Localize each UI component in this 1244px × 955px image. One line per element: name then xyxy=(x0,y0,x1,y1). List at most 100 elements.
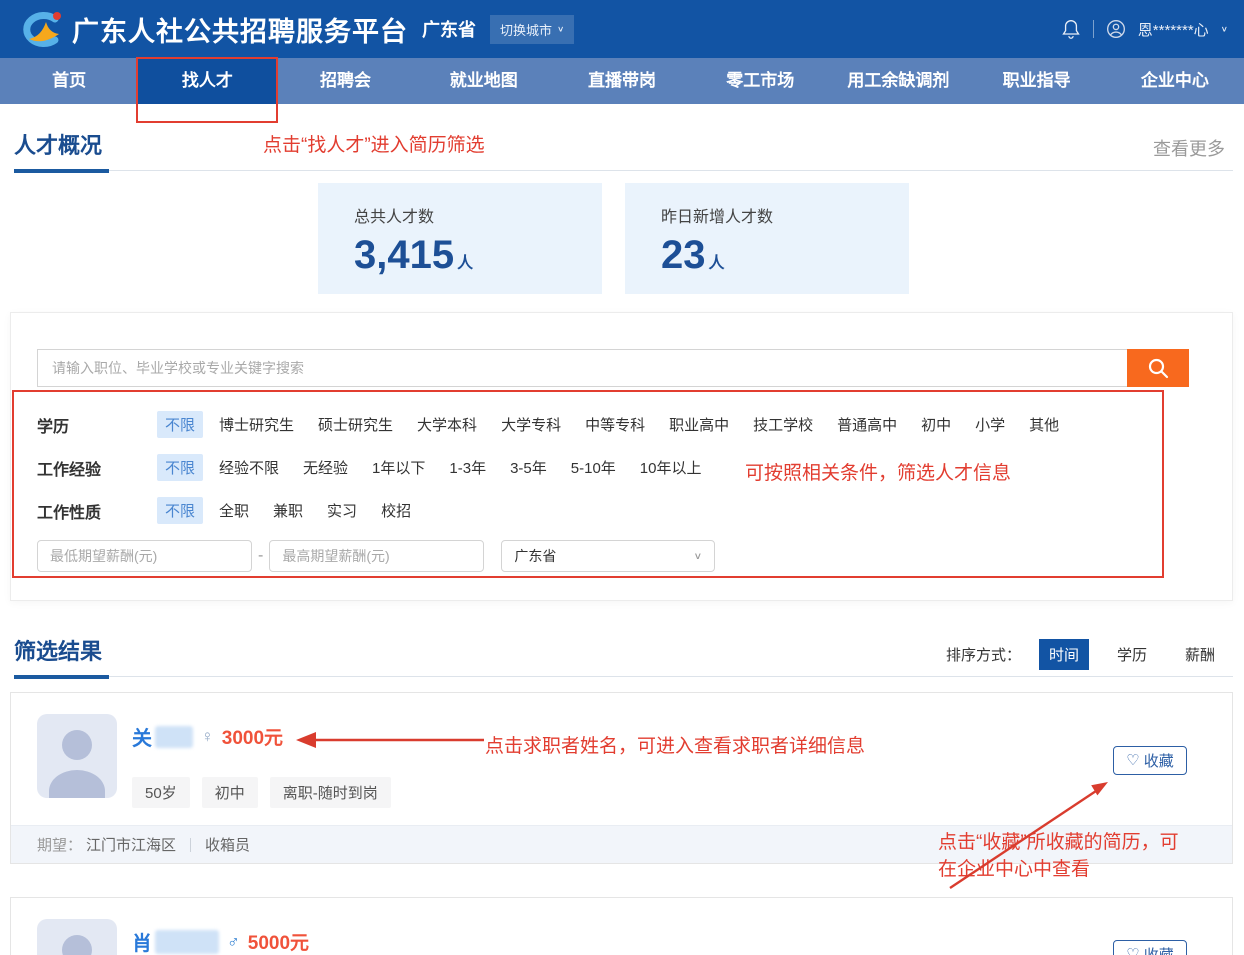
filter-option[interactable]: 实习 xyxy=(319,497,365,524)
region-select-value: 广东省 xyxy=(514,546,556,566)
filter-option[interactable]: 初中 xyxy=(913,411,959,438)
stat-label: 总共人才数 xyxy=(354,203,602,227)
sort-label: 排序方式： xyxy=(946,644,1021,665)
filter-option[interactable]: 不限 xyxy=(157,454,203,481)
name-row: 肖 ♂ 5000元 xyxy=(132,927,309,955)
annotation-name-tip: 点击求职者姓名，可进入查看求职者详细信息 xyxy=(485,731,865,758)
filter-option[interactable]: 博士研究生 xyxy=(211,411,302,438)
censored-name-block xyxy=(155,930,219,954)
salary-max-input[interactable] xyxy=(269,540,484,572)
avatar xyxy=(37,919,117,955)
filter-option[interactable]: 普通高中 xyxy=(829,411,905,438)
chevron-down-icon[interactable]: ∨ xyxy=(1221,25,1228,34)
filter-option[interactable]: 无经验 xyxy=(295,454,356,481)
main-nav: 首页找人才招聘会就业地图直播带岗零工市场用工余缺调剂职业指导企业中心 xyxy=(0,58,1244,104)
nav-item-home[interactable]: 首页 xyxy=(0,58,138,104)
search-button[interactable] xyxy=(1127,349,1189,387)
filter-label-education: 学历 xyxy=(37,413,157,437)
search-row xyxy=(37,349,1189,387)
filter-option[interactable]: 大学本科 xyxy=(409,411,485,438)
search-input[interactable] xyxy=(37,349,1127,387)
sort-option-salary[interactable]: 薪酬 xyxy=(1175,639,1225,670)
sort-option-time[interactable]: 时间 xyxy=(1039,639,1089,670)
nav-item-job-fair[interactable]: 招聘会 xyxy=(276,58,414,104)
stat-card-total-talent: 总共人才数 3,415人 xyxy=(318,183,602,294)
male-icon: ♂ xyxy=(227,932,240,952)
filter-rows: 学历不限博士研究生硕士研究生大学本科大学专科中等专科职业高中技工学校普通高中初中… xyxy=(37,403,1232,532)
bell-icon[interactable] xyxy=(1061,18,1081,40)
candidate-info: 关 ♀ 3000元 50岁初中离职-随时到岗 xyxy=(132,714,391,808)
user-icon xyxy=(1106,19,1126,39)
nav-item-gig-market[interactable]: 零工市场 xyxy=(691,58,829,104)
filter-option[interactable]: 1-3年 xyxy=(441,454,494,481)
heart-icon: ♡ xyxy=(1126,753,1139,768)
filter-option[interactable]: 硕士研究生 xyxy=(310,411,401,438)
sort-option-education[interactable]: 学历 xyxy=(1107,639,1157,670)
filter-row-education: 学历不限博士研究生硕士研究生大学本科大学专科中等专科职业高中技工学校普通高中初中… xyxy=(37,403,1232,446)
favorite-button[interactable]: ♡ 收藏 xyxy=(1113,746,1187,775)
results-section: 筛选结果 排序方式： 时间学历薪酬 关 xyxy=(0,632,1244,955)
overview-head: 人才概况 查看更多 xyxy=(14,126,1233,171)
filter-option[interactable]: 技工学校 xyxy=(745,411,821,438)
filter-option[interactable]: 全职 xyxy=(211,497,257,524)
heart-icon: ♡ xyxy=(1126,947,1139,955)
name-row: 关 ♀ 3000元 xyxy=(132,722,391,751)
female-icon: ♀ xyxy=(201,727,214,747)
annotation-nav-tip: 点击“找人才”进入简历筛选 xyxy=(263,130,485,157)
candidate-name-link[interactable]: 关 xyxy=(132,722,193,751)
filter-option[interactable]: 10年以上 xyxy=(632,454,710,481)
stat-value: 3,415人 xyxy=(354,235,602,275)
avatar-head xyxy=(62,935,92,955)
candidate-tag: 离职-随时到岗 xyxy=(270,777,391,808)
nav-item-enterprise-center[interactable]: 企业中心 xyxy=(1106,58,1244,104)
tag-row: 50岁初中离职-随时到岗 xyxy=(132,777,391,808)
expect-job: 收箱员 xyxy=(205,834,250,855)
filter-option[interactable]: 1年以下 xyxy=(364,454,433,481)
filter-option[interactable]: 其他 xyxy=(1021,411,1067,438)
candidate-name-link[interactable]: 肖 xyxy=(132,927,219,955)
nav-item-labor-surplus-adjustment[interactable]: 用工余缺调剂 xyxy=(829,58,967,104)
top-header: 广东人社公共招聘服务平台 广东省 切换城市 ∨ 恩*******心 ∨ xyxy=(0,0,1244,58)
talent-overview-section: 人才概况 查看更多 总共人才数 3,415人 昨日新增人才数 23人 xyxy=(0,126,1244,294)
filter-option[interactable]: 3-5年 xyxy=(502,454,555,481)
filter-option[interactable]: 校招 xyxy=(373,497,419,524)
filter-option[interactable]: 职业高中 xyxy=(661,411,737,438)
candidate-tag: 50岁 xyxy=(132,777,190,808)
nav-item-live-streaming-jobs[interactable]: 直播带岗 xyxy=(553,58,691,104)
nav-item-career-guidance[interactable]: 职业指导 xyxy=(968,58,1106,104)
expect-location: 江门市江海区 xyxy=(86,834,176,855)
filter-option[interactable]: 小学 xyxy=(967,411,1013,438)
header-divider xyxy=(1093,20,1094,38)
nav-item-employment-map[interactable]: 就业地图 xyxy=(415,58,553,104)
section-title-overview: 人才概况 xyxy=(14,126,102,171)
filter-label-job-type: 工作性质 xyxy=(37,499,157,523)
candidate-tag: 初中 xyxy=(202,777,258,808)
filter-option[interactable]: 5-10年 xyxy=(563,454,624,481)
switch-city-button[interactable]: 切换城市 ∨ xyxy=(490,15,574,44)
avatar-head xyxy=(62,730,92,760)
nav-item-find-talent[interactable]: 找人才 xyxy=(138,58,276,104)
candidate-info: 肖 ♂ 5000元 xyxy=(132,919,309,955)
brand[interactable]: 广东人社公共招聘服务平台 xyxy=(16,9,408,49)
stat-label: 昨日新增人才数 xyxy=(661,203,909,227)
censored-name-block xyxy=(155,726,193,748)
salary-row: - 广东省 ∨ xyxy=(37,540,1232,572)
salary-min-input[interactable] xyxy=(37,540,252,572)
filter-option[interactable]: 不限 xyxy=(157,497,203,524)
filter-label-experience: 工作经验 xyxy=(37,456,157,480)
favorite-button[interactable]: ♡ 收藏 xyxy=(1113,940,1187,955)
filter-option[interactable]: 中等专科 xyxy=(577,411,653,438)
filter-row-job-type: 工作性质不限全职兼职实习校招 xyxy=(37,489,1232,532)
salary-dash: - xyxy=(258,547,263,565)
annotation-filter-tip: 可按照相关条件，筛选人才信息 xyxy=(745,458,1011,485)
filter-option[interactable]: 大学专科 xyxy=(493,411,569,438)
expected-salary: 5000元 xyxy=(248,928,309,955)
view-more-link[interactable]: 查看更多 xyxy=(1153,135,1233,161)
filter-option[interactable]: 不限 xyxy=(157,411,203,438)
filter-option[interactable]: 经验不限 xyxy=(211,454,287,481)
annotation-favorite-tip: 点击“收藏”所收藏的简历，可 在企业中心中查看 xyxy=(938,829,1179,883)
switch-city-label: 切换城市 xyxy=(500,20,552,39)
username[interactable]: 恩*******心 xyxy=(1138,19,1209,40)
filter-option[interactable]: 兼职 xyxy=(265,497,311,524)
region-select[interactable]: 广东省 ∨ xyxy=(501,540,715,572)
